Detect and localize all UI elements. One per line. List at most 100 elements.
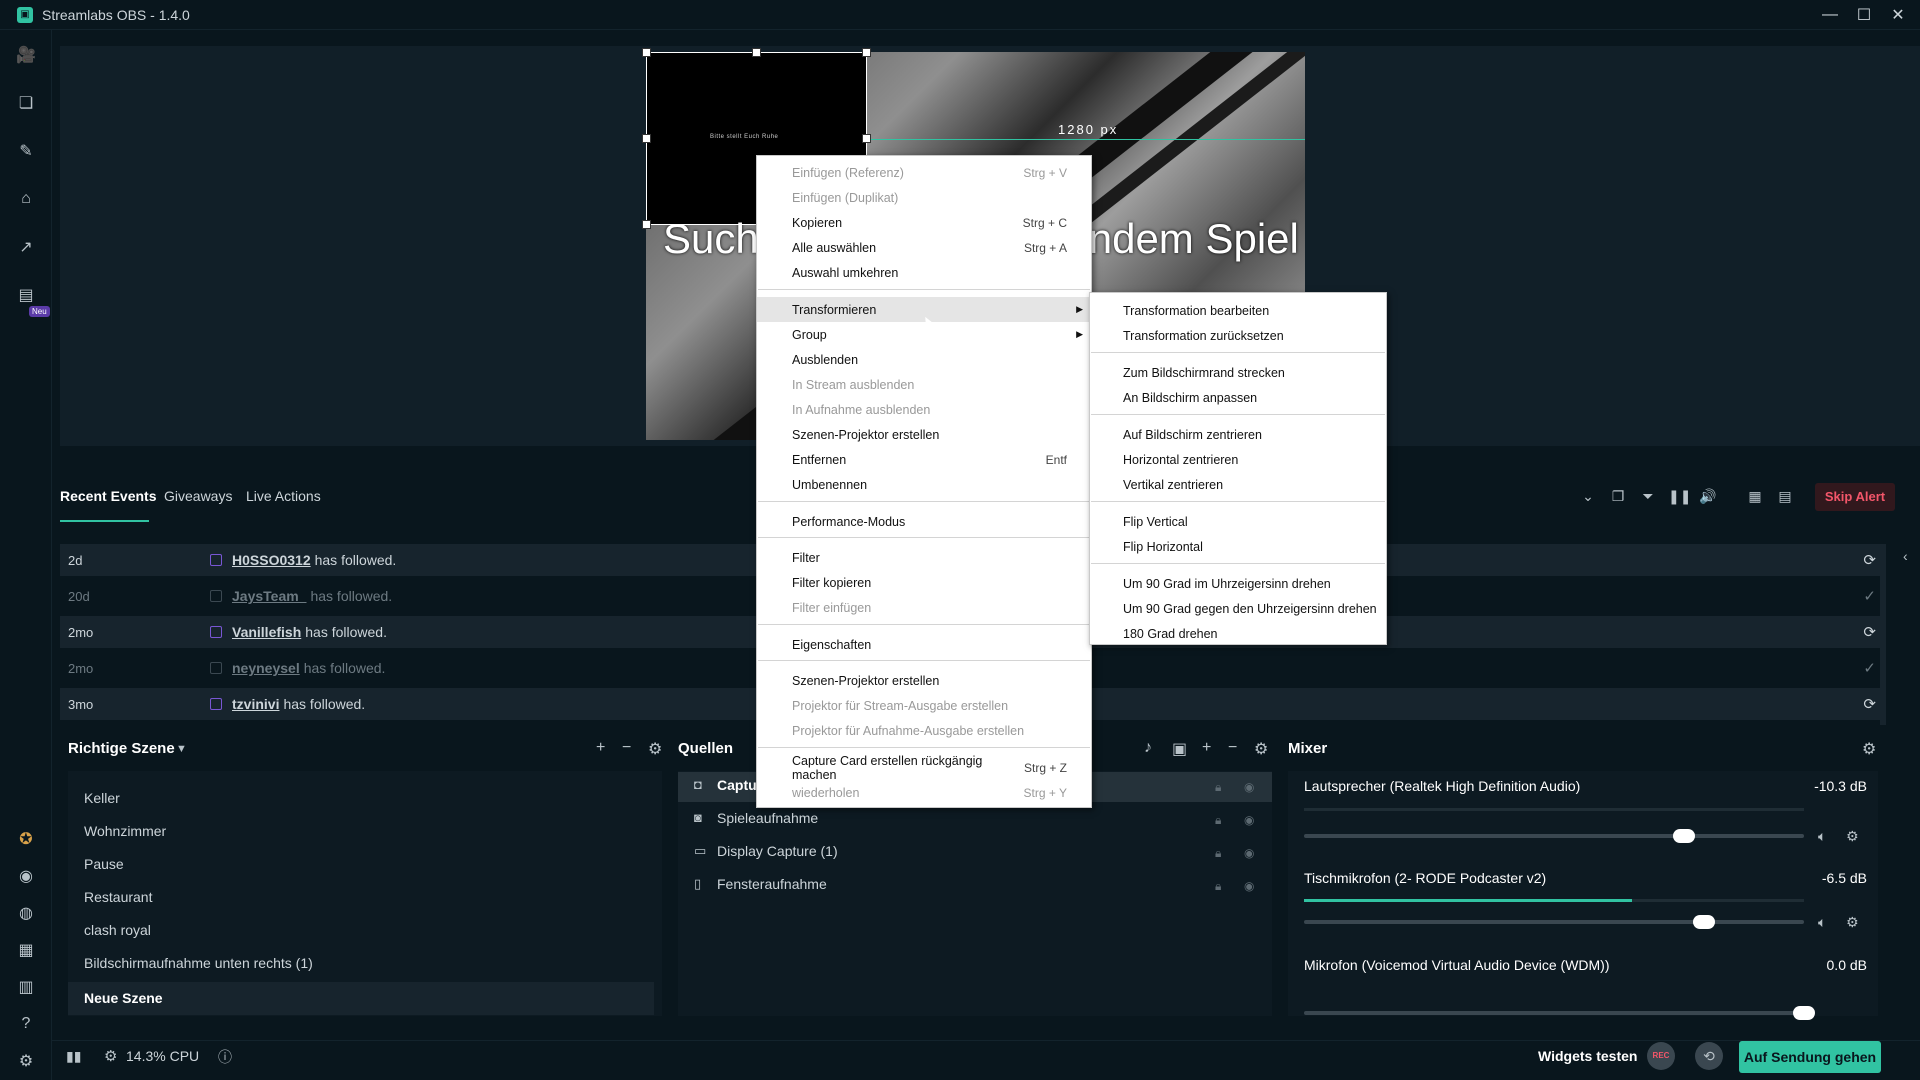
- volume-slider-knob[interactable]: [1793, 1006, 1815, 1020]
- scene-item[interactable]: Restaurant: [84, 889, 152, 905]
- source-item[interactable]: Captu: [717, 777, 757, 793]
- tab-recent-events[interactable]: Recent Events: [60, 488, 156, 504]
- lock-icon[interactable]: 🔒︎: [1215, 879, 1221, 894]
- scene-item[interactable]: Pause: [84, 856, 124, 872]
- scene-item[interactable]: Bildschirmaufnahme unten rechts (1): [84, 955, 313, 971]
- resize-handle[interactable]: [642, 48, 651, 57]
- widgets-test-button[interactable]: Widgets testen: [1538, 1048, 1637, 1064]
- source-item[interactable]: Fensteraufnahme: [717, 876, 827, 892]
- check-icon[interactable]: ✓: [1863, 659, 1876, 677]
- lock-icon[interactable]: 🔒︎: [1215, 780, 1221, 795]
- eye-icon[interactable]: ◉: [1244, 846, 1254, 860]
- event-username[interactable]: neyneysel: [232, 660, 300, 676]
- events-scrollbar[interactable]: [1880, 545, 1886, 725]
- repeat-icon[interactable]: ⟳: [1863, 551, 1876, 569]
- scene-item[interactable]: Keller: [84, 790, 120, 806]
- maximize-button[interactable]: ☐: [1850, 5, 1878, 25]
- context-menu-item[interactable]: Ausblenden: [757, 347, 1091, 372]
- editor-icon[interactable]: ✎: [15, 140, 37, 162]
- chevron-down-icon[interactable]: ▼: [176, 743, 187, 755]
- scenes-title[interactable]: Richtige Szene: [68, 740, 175, 757]
- go-live-button[interactable]: Auf Sendung gehen: [1739, 1041, 1881, 1073]
- transform-menu-item[interactable]: Um 90 Grad gegen den Uhrzeigersinn drehe…: [1090, 596, 1386, 621]
- info-icon[interactable]: ⓘ: [218, 1047, 232, 1067]
- volume-slider[interactable]: [1304, 920, 1804, 924]
- transform-menu-item[interactable]: An Bildschirm anpassen: [1090, 385, 1386, 410]
- gear-icon[interactable]: ⚙: [1846, 828, 1859, 845]
- resize-handle[interactable]: [642, 134, 651, 143]
- volume-slider[interactable]: [1304, 834, 1804, 838]
- chevron-down-icon[interactable]: ⌄: [1578, 488, 1598, 508]
- check-icon[interactable]: ✓: [1863, 587, 1876, 605]
- scene-item[interactable]: Neue Szene: [84, 990, 163, 1006]
- prime-icon[interactable]: ✪: [15, 828, 37, 850]
- list-view-icon[interactable]: ▤: [1775, 488, 1795, 508]
- event-username[interactable]: Vanillefish: [232, 624, 301, 640]
- context-menu-item[interactable]: Kopieren Strg + C: [757, 210, 1091, 235]
- minimize-button[interactable]: —: [1816, 6, 1844, 24]
- dashboard-icon[interactable]: ↗: [15, 236, 37, 258]
- filter-icon[interactable]: ⏷: [1638, 488, 1658, 508]
- transform-menu-item[interactable]: Flip Vertical: [1090, 509, 1386, 534]
- record-button[interactable]: REC: [1647, 1042, 1675, 1070]
- volume-slider-knob[interactable]: [1693, 915, 1715, 929]
- add-folder-icon[interactable]: ▣: [1172, 739, 1187, 759]
- scene-item[interactable]: clash royal: [84, 922, 151, 938]
- scene-item[interactable]: Wohnzimmer: [84, 823, 166, 839]
- context-menu-item[interactable]: Auswahl umkehren: [757, 260, 1091, 285]
- close-button[interactable]: ✕: [1884, 5, 1912, 25]
- add-source-icon[interactable]: +: [1202, 739, 1211, 757]
- remove-scene-icon[interactable]: −: [622, 739, 631, 757]
- resize-handle[interactable]: [642, 220, 651, 229]
- media-icon[interactable]: ◉: [15, 865, 37, 887]
- chevron-left-icon[interactable]: ‹: [1903, 548, 1908, 564]
- highlighter-icon[interactable]: ▤: [15, 284, 37, 306]
- resize-handle[interactable]: [862, 48, 871, 57]
- performance-icon[interactable]: ▮▮: [66, 1048, 81, 1065]
- themes-icon[interactable]: ❏: [15, 92, 37, 114]
- resize-handle[interactable]: [862, 134, 871, 143]
- layout-icon[interactable]: ▦: [15, 939, 37, 961]
- lock-icon[interactable]: 🔒︎: [1215, 813, 1221, 828]
- help-icon[interactable]: ?: [15, 1013, 37, 1035]
- mixer-settings-icon[interactable]: ⚙: [1862, 739, 1876, 759]
- volume-icon[interactable]: 🔊: [1698, 488, 1718, 508]
- transform-menu-item[interactable]: 180 Grad drehen: [1090, 621, 1386, 646]
- source-item[interactable]: Spieleaufnahme: [717, 810, 818, 826]
- gear-icon[interactable]: ⚙: [1846, 914, 1859, 931]
- settings-icon[interactable]: ⚙: [15, 1050, 37, 1072]
- resize-handle[interactable]: [752, 48, 761, 57]
- eye-icon[interactable]: ◉: [1244, 879, 1254, 893]
- repeat-icon[interactable]: ⟳: [1863, 623, 1876, 641]
- library-icon[interactable]: ▥: [15, 976, 37, 998]
- transform-menu-item[interactable]: Transformation bearbeiten: [1090, 298, 1386, 323]
- speaker-icon[interactable]: 🔈︎: [1818, 828, 1826, 845]
- eye-icon[interactable]: ◉: [1244, 813, 1254, 827]
- popout-icon[interactable]: ❐: [1608, 488, 1628, 508]
- transform-menu-item[interactable]: Um 90 Grad im Uhrzeigersinn drehen: [1090, 571, 1386, 596]
- context-menu-item[interactable]: Entfernen Entf: [757, 447, 1091, 472]
- repeat-icon[interactable]: ⟳: [1863, 695, 1876, 713]
- volume-slider-knob[interactable]: [1673, 829, 1695, 843]
- store-icon[interactable]: ⌂: [15, 188, 37, 210]
- context-menu-item[interactable]: Eigenschaften: [757, 632, 1091, 657]
- chat-icon[interactable]: ◍: [15, 902, 37, 924]
- grid-view-icon[interactable]: ▦: [1745, 488, 1765, 508]
- studio-icon[interactable]: 🎥: [15, 44, 37, 66]
- remove-source-icon[interactable]: −: [1228, 739, 1237, 757]
- transform-menu-item[interactable]: Auf Bildschirm zentrieren: [1090, 422, 1386, 447]
- event-username[interactable]: tzvinivi: [232, 696, 279, 712]
- transform-menu-item[interactable]: Zum Bildschirmrand strecken: [1090, 360, 1386, 385]
- context-menu-item[interactable]: Alle auswählen Strg + A: [757, 235, 1091, 260]
- transform-menu-item[interactable]: Vertikal zentrieren: [1090, 472, 1386, 497]
- event-username[interactable]: JaysTeam_: [232, 588, 306, 604]
- volume-slider[interactable]: [1304, 1011, 1804, 1015]
- context-menu-item[interactable]: Performance-Modus: [757, 509, 1091, 534]
- lock-icon[interactable]: 🔒︎: [1215, 846, 1221, 861]
- scene-settings-icon[interactable]: ⚙: [648, 739, 662, 759]
- source-item[interactable]: Display Capture (1): [717, 843, 838, 859]
- transform-menu-item[interactable]: Horizontal zentrieren: [1090, 447, 1386, 472]
- source-settings-icon[interactable]: ⚙: [1254, 739, 1268, 759]
- speaker-icon[interactable]: 🔈︎: [1818, 914, 1826, 931]
- transform-menu-item[interactable]: Transformation zurücksetzen: [1090, 323, 1386, 348]
